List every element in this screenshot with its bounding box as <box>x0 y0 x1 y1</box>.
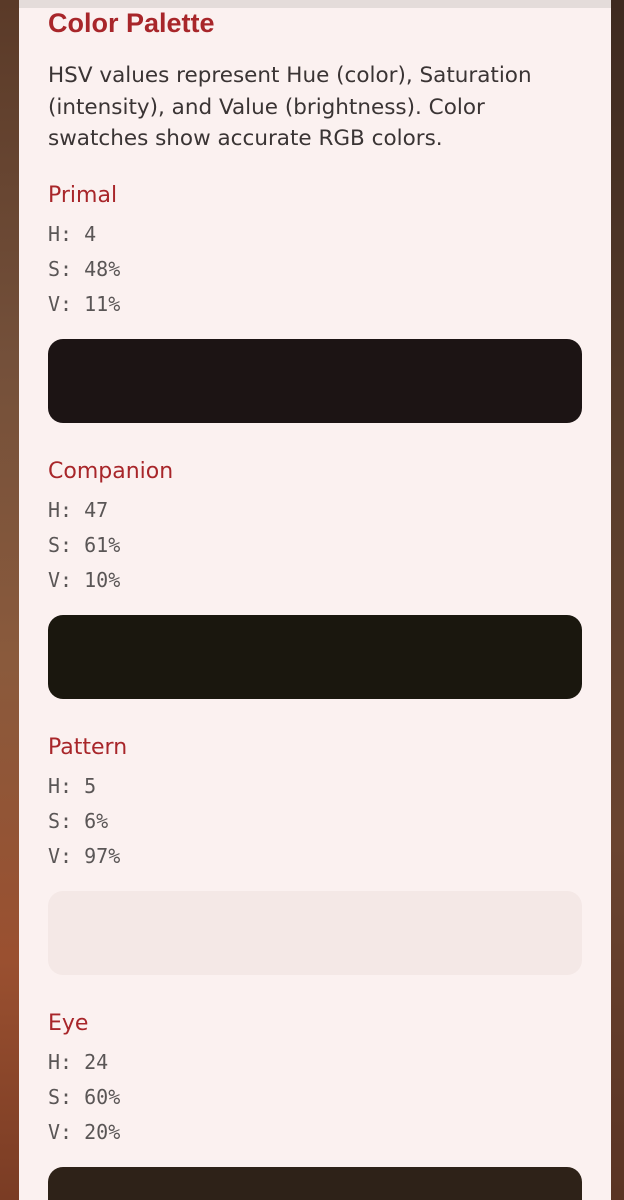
saturation-value: S: 61% <box>48 532 121 557</box>
saturation-value: S: 6% <box>48 808 109 833</box>
page-title: Color Palette <box>48 8 215 38</box>
hsv-values: H: 4 S: 48% V: 11% <box>48 217 582 322</box>
hsv-values: H: 24 S: 60% V: 20% <box>48 1045 582 1150</box>
saturation-value: S: 48% <box>48 256 121 281</box>
section-name: Pattern <box>48 734 128 760</box>
palette-section-eye: Eye H: 24 S: 60% V: 20% <box>48 1011 582 1200</box>
palette-description: HSV values represent Hue (color), Satura… <box>48 63 532 151</box>
hue-value: H: 24 <box>48 1049 109 1074</box>
palette-section-primal: Primal H: 4 S: 48% V: 11% <box>48 183 582 423</box>
hue-value: H: 5 <box>48 773 97 798</box>
brightness-value: V: 20% <box>48 1119 121 1144</box>
color-palette-panel: Color Palette HSV values represent Hue (… <box>19 0 611 1200</box>
color-swatch <box>48 1166 582 1200</box>
hsv-values: H: 47 S: 61% V: 10% <box>48 493 582 598</box>
background-right-edge <box>611 0 624 1200</box>
saturation-value: S: 60% <box>48 1084 121 1109</box>
brightness-value: V: 10% <box>48 567 121 592</box>
color-swatch <box>48 614 582 699</box>
brightness-value: V: 11% <box>48 291 121 316</box>
palette-section-pattern: Pattern H: 5 S: 6% V: 97% <box>48 735 582 975</box>
section-name: Companion <box>48 458 174 484</box>
hsv-values: H: 5 S: 6% V: 97% <box>48 769 582 874</box>
panel-content: Color Palette HSV values represent Hue (… <box>19 8 611 1200</box>
color-swatch <box>48 338 582 423</box>
section-name: Primal <box>48 182 118 208</box>
brightness-value: V: 97% <box>48 843 121 868</box>
hue-value: H: 47 <box>48 497 109 522</box>
palette-section-companion: Companion H: 47 S: 61% V: 10% <box>48 459 582 699</box>
hue-value: H: 4 <box>48 221 97 246</box>
color-swatch <box>48 890 582 975</box>
background-left-edge <box>0 0 19 1200</box>
section-name: Eye <box>48 1010 89 1036</box>
